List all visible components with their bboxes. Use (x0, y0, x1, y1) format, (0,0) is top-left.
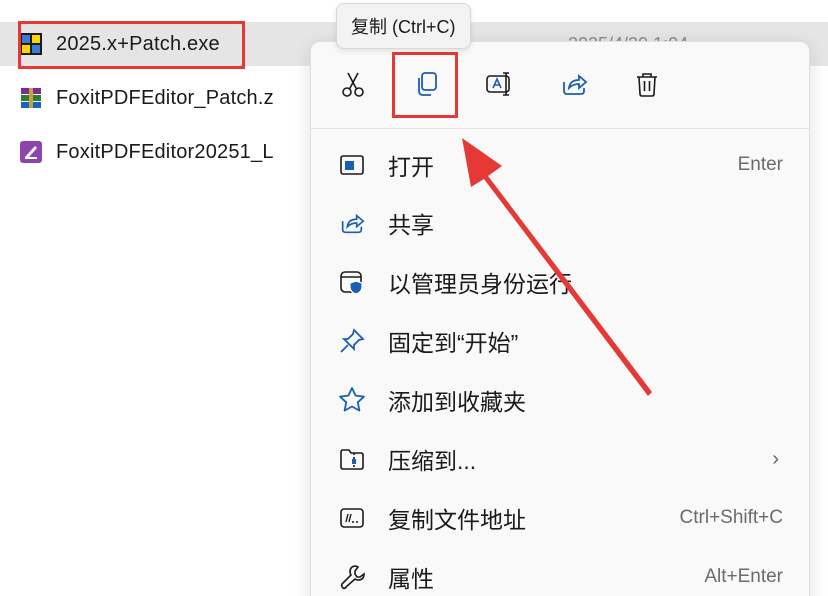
admin-shield-icon (337, 267, 367, 297)
context-menu-toolbar (311, 42, 809, 128)
zip-folder-icon (337, 444, 367, 474)
menu-item-run-as-admin[interactable]: 以管理员身份运行 (311, 253, 809, 311)
file-row[interactable]: FoxitPDFEditor_Patch.z (20, 76, 274, 120)
share-button[interactable] (554, 64, 594, 104)
star-icon (337, 385, 367, 415)
annotation-box-file (18, 21, 245, 69)
menu-item-label: 属性 (388, 566, 434, 592)
scissors-icon (342, 72, 364, 97)
file-name: FoxitPDFEditor_Patch.z (56, 86, 274, 109)
share-icon (337, 208, 367, 238)
menu-item-label: 复制文件地址 (388, 507, 526, 533)
menu-item-share[interactable]: 共享 (311, 194, 809, 252)
menu-item-shortcut: Enter (737, 154, 783, 175)
menu-item-compress[interactable]: 压缩到... › (311, 430, 809, 488)
foxit-installer-icon (20, 141, 42, 163)
winrar-archive-icon (21, 88, 41, 108)
menu-item-label: 添加到收藏夹 (388, 389, 526, 415)
pin-icon (337, 326, 367, 356)
open-window-icon (337, 150, 367, 180)
menu-item-label: 共享 (388, 212, 434, 238)
cut-button[interactable] (333, 64, 373, 104)
menu-item-properties[interactable]: 属性 Alt+Enter (311, 548, 809, 596)
menu-item-label: 压缩到... (388, 448, 477, 474)
menu-item-label: 打开 (388, 154, 434, 180)
delete-button[interactable] (627, 64, 667, 104)
context-menu: 打开 Enter 共享 以管理员身份运行 固定到“开始” 添加到收藏夹 压缩到.… (310, 41, 810, 596)
menu-item-label: 固定到“开始” (388, 330, 519, 356)
menu-separator (311, 128, 809, 129)
menu-item-open[interactable]: 打开 Enter (311, 136, 809, 194)
rename-icon (486, 72, 510, 96)
wrench-icon (337, 562, 367, 592)
chevron-right-icon: › (772, 447, 779, 470)
menu-item-shortcut: Ctrl+Shift+C (679, 507, 783, 528)
copy-tooltip: 复制 (Ctrl+C) (336, 3, 471, 49)
share-icon (563, 74, 588, 95)
menu-item-add-favorites[interactable]: 添加到收藏夹 (311, 371, 809, 429)
trash-icon (637, 73, 657, 97)
menu-item-label: 以管理员身份运行 (388, 271, 572, 297)
menu-item-shortcut: Alt+Enter (704, 566, 783, 587)
annotation-box-copy (392, 52, 458, 118)
menu-item-pin-to-start[interactable]: 固定到“开始” (311, 312, 809, 370)
file-row[interactable]: FoxitPDFEditor20251_L (20, 130, 274, 174)
file-name: FoxitPDFEditor20251_L (56, 140, 274, 163)
menu-item-copy-path[interactable]: 复制文件地址 Ctrl+Shift+C (311, 489, 809, 547)
copy-path-icon (337, 503, 367, 533)
rename-button[interactable] (480, 64, 520, 104)
file-explorer-screenshot: 2025.x+Patch.exe 2025/4/29 1:04 FoxitPDF… (0, 0, 828, 596)
